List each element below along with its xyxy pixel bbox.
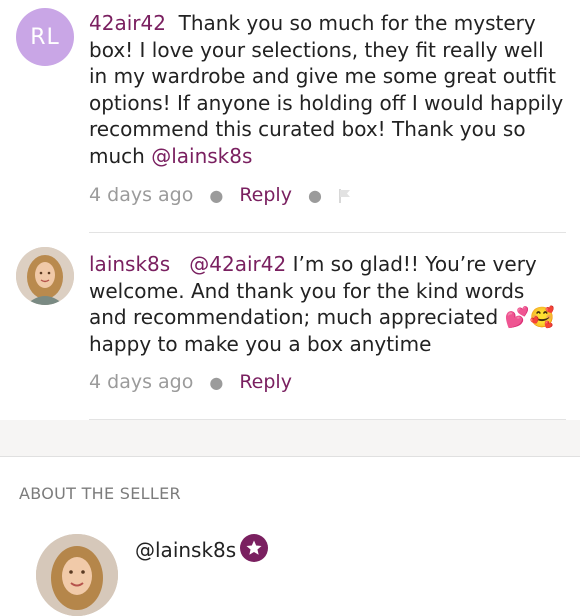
seller-avatar[interactable] (36, 534, 118, 616)
comment-text: lainsk8s @42air42 I’m so glad!! You’re v… (89, 251, 564, 357)
seller-handle[interactable]: @lainsk8s (135, 538, 236, 562)
comment-item: lainsk8s @42air42 I’m so glad!! You’re v… (0, 0, 580, 420)
comment-username[interactable]: lainsk8s (89, 252, 170, 276)
comment-body-tail: happy to make you a box anytime (89, 331, 432, 356)
section-spacer (0, 420, 580, 457)
avatar[interactable] (16, 247, 74, 305)
reply-button[interactable]: Reply (239, 371, 292, 393)
separator-dot: ● (209, 372, 224, 392)
emoji: 💕🥰 (504, 305, 555, 329)
comment-meta: 4 days ago ● Reply (89, 371, 292, 393)
star-badge-icon (240, 534, 268, 562)
about-seller-heading: ABOUT THE SELLER (19, 484, 181, 503)
comment-timestamp: 4 days ago (89, 371, 194, 393)
comment-mention[interactable]: @42air42 (189, 252, 286, 276)
